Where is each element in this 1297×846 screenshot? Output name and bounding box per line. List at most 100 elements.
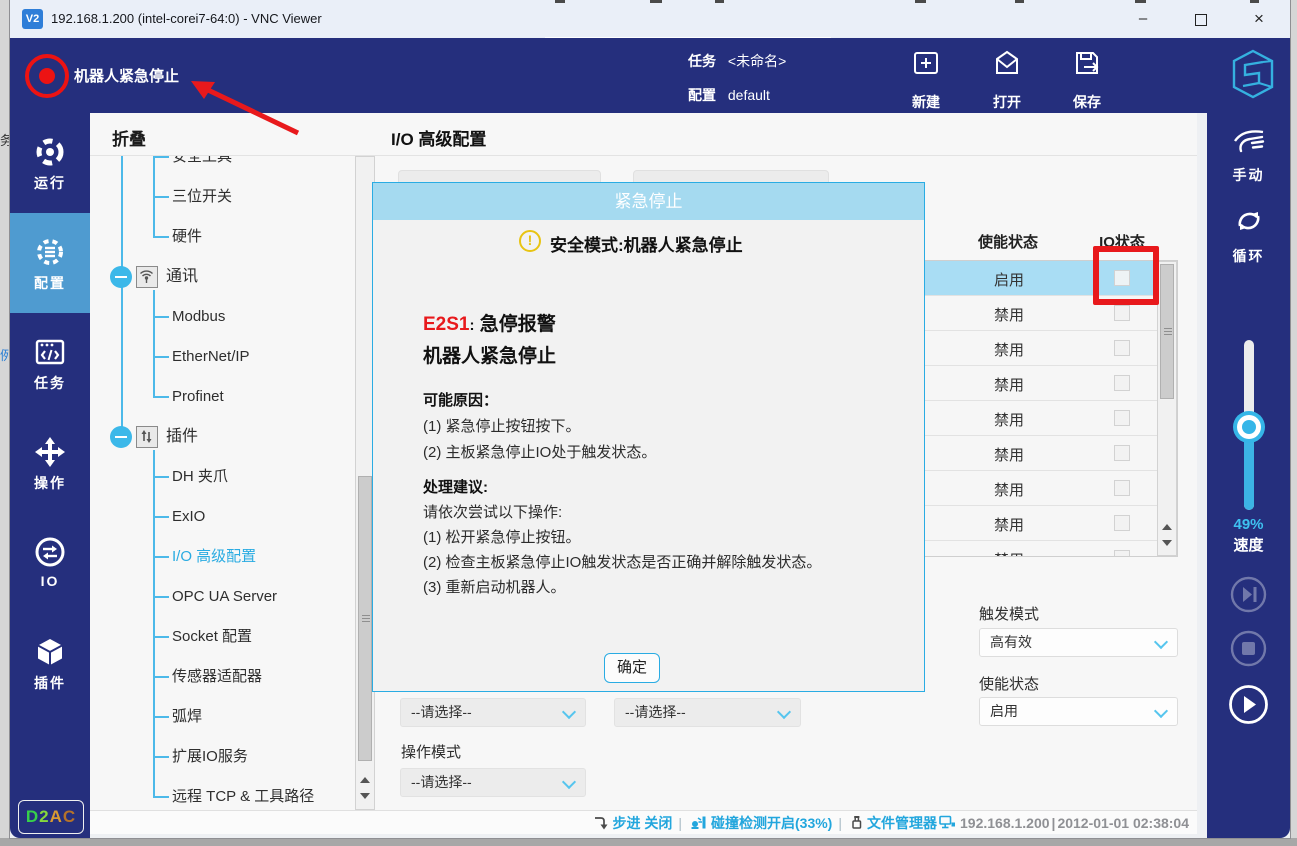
minimize-button[interactable]: – [1126,6,1160,32]
d2ac-letter: A [50,807,63,826]
advice-intro: 请依次尝试以下操作: [423,501,562,522]
title-bar[interactable]: V2 192.168.1.200 (intel-corei7-64:0) - V… [10,0,1290,39]
tree-item-socket-config[interactable]: Socket 配置 [172,627,252,647]
config-value: default [728,87,770,103]
io-state-checkbox[interactable] [1114,445,1130,461]
io-state-checkbox[interactable] [1114,375,1130,391]
collision-detection-status[interactable]: 碰撞检测开启(33%) [711,813,832,833]
tree-item-opc-ua-server[interactable]: OPC UA Server [172,587,277,607]
manual-mode-label[interactable]: 手动 [1207,165,1290,185]
tree-scrollbar-thumb[interactable] [358,476,372,761]
open-button[interactable]: 打开 [976,46,1038,86]
save-button[interactable]: 保存 [1056,46,1118,86]
d2ac-letter: 2 [39,807,49,826]
tree-tick [153,196,169,198]
sidebar-item-task[interactable]: 任务 [10,313,90,413]
scroll-down-icon[interactable] [1162,540,1172,546]
scroll-up-icon[interactable] [1162,524,1172,530]
operation-mode-label: 操作模式 [401,741,461,762]
slider-thumb-dot [1242,420,1256,434]
annotation-red-rectangle [1093,246,1159,305]
enable-state-value: 启用 [990,703,1018,719]
tree-item-remote-tcp-tool-path[interactable]: 远程 TCP & 工具路径 [172,787,314,805]
sidebar-item-plugin[interactable]: 插件 [10,613,90,713]
tree-item-arc-welding[interactable]: 弧焊 [172,707,202,727]
task-row: 任务 <未命名> [688,51,786,71]
scroll-up-icon[interactable] [360,777,370,783]
collapse-minus-icon[interactable] [110,266,132,288]
toolbar-fragment [650,0,662,3]
chevron-down-icon [562,705,576,719]
cycle-mode-label[interactable]: 循环 [1207,246,1290,266]
separator: | [1052,815,1056,831]
d2ac-button[interactable]: D2AC [18,800,84,834]
tree-item-extended-io-service[interactable]: 扩展IO服务 [172,747,248,767]
close-button[interactable]: × [1242,6,1276,32]
sidebar-item-config[interactable]: 配置 [10,213,90,313]
separator: | [838,815,842,831]
new-button[interactable]: 新建 [895,46,957,86]
tree-item-modbus[interactable]: Modbus [172,307,225,327]
tree-item-exio[interactable]: ExIO [172,507,205,527]
enable-state-select[interactable]: 启用 [979,697,1178,726]
tree-item-dh-gripper[interactable]: DH 夹爪 [172,467,228,487]
sidebar-item-io[interactable]: IO [10,513,90,613]
config-tree-panel: 折叠 [90,113,376,810]
stop-button[interactable] [1230,630,1267,667]
emergency-stop-dot [39,68,55,84]
communication-node-icon [136,266,158,288]
trigger-mode-select[interactable]: 高有效 [979,628,1178,657]
file-manager-link[interactable]: 文件管理器 [867,813,937,833]
play-button[interactable] [1228,684,1269,725]
enable-state-value: 禁用 [959,514,1059,535]
dialog-title: 紧急停止 [373,183,924,220]
tree-item-ethernet-ip[interactable]: EtherNet/IP [172,347,250,367]
tree-item-sensor-adapter[interactable]: 传感器适配器 [172,667,262,687]
select-2[interactable]: --请选择-- [614,698,801,727]
step-mode-status[interactable]: 步进 关闭 [612,813,672,833]
tree-item-io-advanced-config[interactable]: I/O 高级配置 [172,547,256,567]
tree-tick [153,636,169,638]
advice-item: (2) 检查主板紧急停止IO触发状态是否正确并解除触发状态。 [423,551,821,572]
tree-item-safety-tools[interactable]: 安全工具 [172,156,232,167]
collision-detection-icon [690,815,707,830]
left-sidebar: 运行 配置 任务 [10,113,90,838]
operation-mode-select[interactable]: --请选择-- [400,768,586,797]
table-scrollbar-thumb[interactable] [1160,264,1174,399]
tree-item-three-position-switch[interactable]: 三位开关 [172,187,232,207]
io-state-checkbox[interactable] [1114,515,1130,531]
sidebar-item-operate[interactable]: 操作 [10,413,90,513]
run-icon [33,135,67,169]
maximize-button[interactable] [1184,6,1218,32]
app-header: 机器人紧急停止 任务 <未命名> 配置 default 新建 [10,38,1290,113]
tree-group-communication[interactable]: 通讯 [166,267,198,287]
sidebar-item-run[interactable]: 运行 [10,113,90,213]
io-state-checkbox[interactable] [1114,340,1130,356]
collapse-minus-icon[interactable] [110,426,132,448]
system-datetime: 2012-01-01 02:38:04 [1057,815,1189,831]
error-code-separator: : [469,317,474,334]
speed-slider-thumb[interactable] [1233,411,1265,443]
advice-item: (1) 松开紧急停止按钮。 [423,526,581,547]
tree-group-plugin[interactable]: 插件 [166,427,198,447]
step-button[interactable] [1230,576,1267,613]
io-state-checkbox[interactable] [1114,480,1130,496]
plugin-node-icon [136,426,158,448]
tree-item-profinet[interactable]: Profinet [172,387,224,407]
chevron-down-icon [777,705,791,719]
select-1[interactable]: --请选择-- [400,698,586,727]
tree-collapse-header[interactable]: 折叠 [112,125,146,150]
plugin-cube-icon [33,635,67,669]
io-state-checkbox[interactable] [1114,550,1130,557]
io-state-checkbox[interactable] [1114,410,1130,426]
gear-icon [33,235,67,269]
tree-tick [153,756,169,758]
tree-line [121,156,123,437]
new-button-label: 新建 [895,92,957,112]
scroll-down-icon[interactable] [360,793,370,799]
tree-item-hardware[interactable]: 硬件 [172,227,202,247]
ok-button[interactable]: 确定 [604,653,660,683]
enable-state-value: 禁用 [959,374,1059,395]
table-scrollbar[interactable] [1157,261,1177,556]
io-state-checkbox[interactable] [1114,305,1130,321]
